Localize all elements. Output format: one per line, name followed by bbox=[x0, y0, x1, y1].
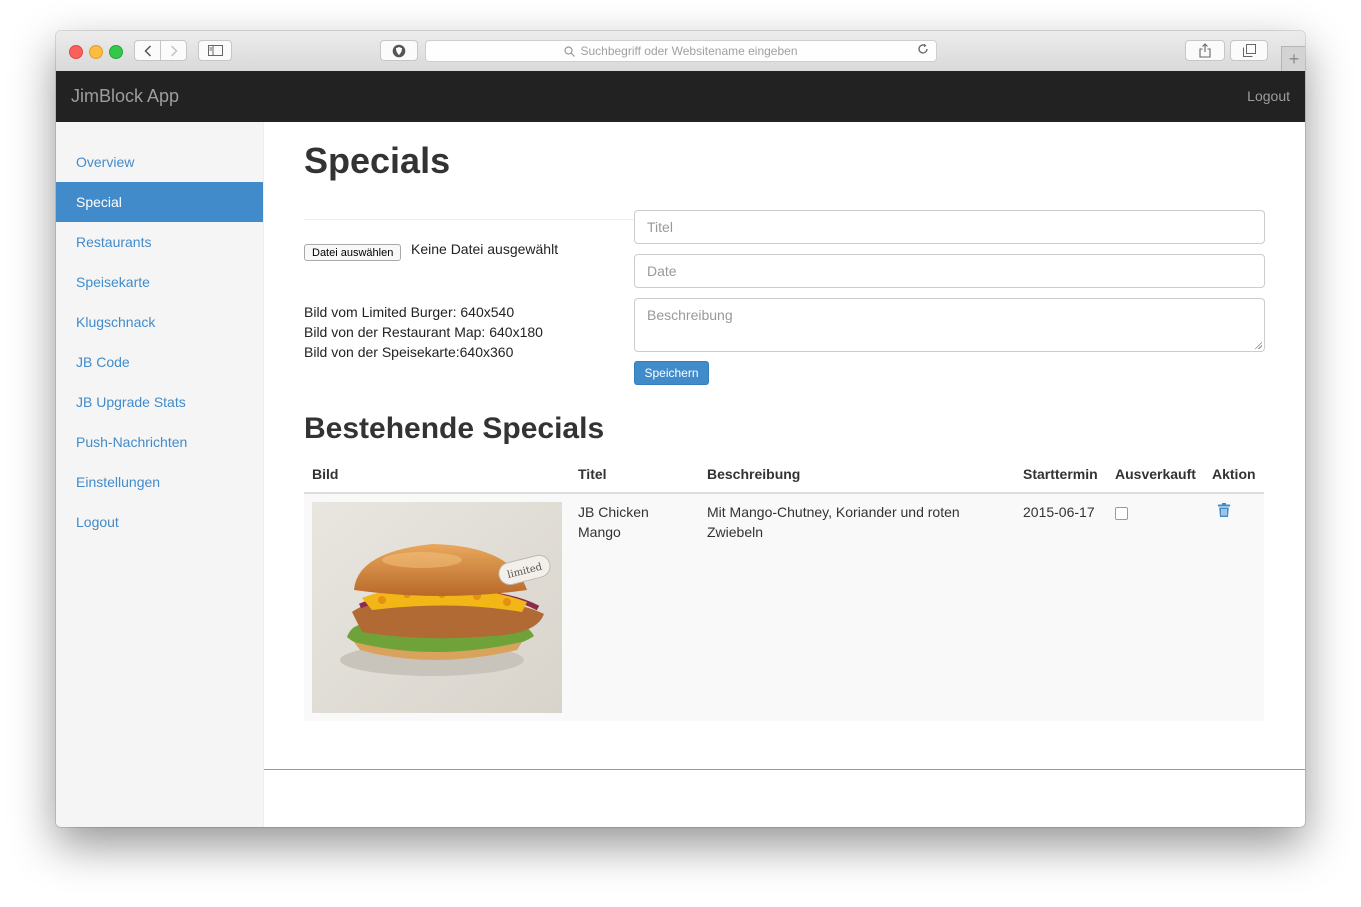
burger-image: limited bbox=[312, 502, 562, 713]
date-placeholder: Date bbox=[647, 263, 677, 279]
table-row: limited JB Chicken Mango Mit Mango-Chutn… bbox=[304, 493, 1264, 721]
table-header-row: Bild Titel Beschreibung Starttermin Ausv… bbox=[304, 456, 1264, 494]
sold-out-checkbox[interactable] bbox=[1115, 507, 1128, 520]
tab-overview-button[interactable] bbox=[1230, 40, 1268, 61]
image-size-hints: Bild vom Limited Burger: 640x540 Bild vo… bbox=[304, 302, 543, 362]
title-input[interactable]: Titel bbox=[634, 210, 1265, 244]
sidebar-item-restaurants[interactable]: Restaurants bbox=[56, 222, 263, 262]
choose-file-button[interactable]: Datei auswählen bbox=[304, 244, 402, 261]
specials-table: Bild Titel Beschreibung Starttermin Ausv… bbox=[304, 456, 1264, 721]
col-aktion: Aktion bbox=[1204, 456, 1264, 494]
sidebar-item-special[interactable]: Special bbox=[56, 182, 263, 222]
sidebar-item-jb-upgrade-stats[interactable]: JB Upgrade Stats bbox=[56, 382, 263, 422]
hint-burger: Bild vom Limited Burger: 640x540 bbox=[304, 304, 515, 320]
privacy-extension-button[interactable] bbox=[380, 40, 418, 61]
save-button[interactable]: Speichern bbox=[634, 361, 709, 385]
search-icon bbox=[564, 45, 576, 57]
browser-window: Suchbegriff oder Websitename eingeben + … bbox=[56, 31, 1305, 827]
reload-icon[interactable] bbox=[917, 43, 929, 58]
app-brand[interactable]: JimBlock App bbox=[71, 86, 179, 107]
resize-handle-icon[interactable] bbox=[1254, 341, 1262, 349]
new-tab-button[interactable]: + bbox=[1281, 46, 1305, 72]
col-titel: Titel bbox=[570, 456, 699, 494]
tabs-icon bbox=[1242, 44, 1256, 57]
plus-icon: + bbox=[1288, 49, 1300, 69]
title-placeholder: Titel bbox=[647, 219, 673, 235]
description-placeholder: Beschreibung bbox=[647, 307, 733, 323]
app-navbar: JimBlock App Logout bbox=[56, 71, 1305, 122]
sidebar: Overview Special Restaurants Speisekarte… bbox=[56, 122, 264, 827]
sidebar-item-einstellungen[interactable]: Einstellungen bbox=[56, 462, 263, 502]
col-starttermin: Starttermin bbox=[1015, 456, 1107, 494]
sold-out-cell bbox=[1107, 493, 1204, 721]
existing-specials-heading: Bestehende Specials bbox=[304, 412, 605, 445]
sidebar-item-jb-code[interactable]: JB Code bbox=[56, 342, 263, 382]
sidebar-item-klugschnack[interactable]: Klugschnack bbox=[56, 302, 263, 342]
image-cell: limited bbox=[304, 493, 570, 721]
share-icon bbox=[1199, 43, 1211, 58]
trash-icon[interactable] bbox=[1218, 502, 1256, 522]
sidebar-icon bbox=[207, 45, 223, 56]
sidebar-item-push-nachrichten[interactable]: Push-Nachrichten bbox=[56, 422, 263, 462]
col-ausverkauft: Ausverkauft bbox=[1107, 456, 1204, 494]
forward-icon[interactable] bbox=[160, 41, 186, 60]
history-nav bbox=[134, 40, 187, 61]
col-beschreibung: Beschreibung bbox=[699, 456, 1015, 494]
minimize-window-button[interactable] bbox=[89, 45, 103, 59]
date-input[interactable]: Date bbox=[634, 254, 1265, 288]
action-cell bbox=[1204, 493, 1264, 721]
row-description: Mit Mango-Chutney, Koriander und roten Z… bbox=[699, 493, 1015, 721]
hint-menu: Bild von der Speisekarte:640x360 bbox=[304, 344, 514, 360]
sidebar-toggle-button[interactable] bbox=[198, 40, 232, 61]
shield-icon bbox=[392, 44, 406, 57]
address-placeholder: Suchbegriff oder Websitename eingeben bbox=[580, 44, 798, 58]
main-content: Specials Datei auswählen Keine Datei aus… bbox=[304, 122, 1265, 827]
address-bar[interactable]: Suchbegriff oder Websitename eingeben bbox=[425, 40, 937, 62]
page-title: Specials bbox=[304, 140, 451, 181]
row-title: JB Chicken Mango bbox=[570, 493, 699, 721]
hint-map: Bild von der Restaurant Map: 640x180 bbox=[304, 324, 543, 340]
row-start-date: 2015-06-17 bbox=[1015, 493, 1107, 721]
sidebar-item-speisekarte[interactable]: Speisekarte bbox=[56, 262, 263, 302]
close-window-button[interactable] bbox=[69, 45, 83, 59]
navbar-logout-link[interactable]: Logout bbox=[1247, 88, 1290, 104]
description-textarea[interactable]: Beschreibung bbox=[634, 298, 1265, 352]
col-bild: Bild bbox=[304, 456, 570, 494]
zoom-window-button[interactable] bbox=[109, 45, 123, 59]
back-icon[interactable] bbox=[135, 41, 160, 60]
browser-titlebar: Suchbegriff oder Websitename eingeben + bbox=[56, 31, 1305, 72]
footer-divider bbox=[264, 769, 1305, 770]
file-status: Keine Datei ausgewählt bbox=[411, 241, 559, 257]
share-button[interactable] bbox=[1185, 40, 1225, 61]
sidebar-item-overview[interactable]: Overview bbox=[56, 142, 263, 182]
sidebar-item-logout[interactable]: Logout bbox=[56, 502, 263, 542]
